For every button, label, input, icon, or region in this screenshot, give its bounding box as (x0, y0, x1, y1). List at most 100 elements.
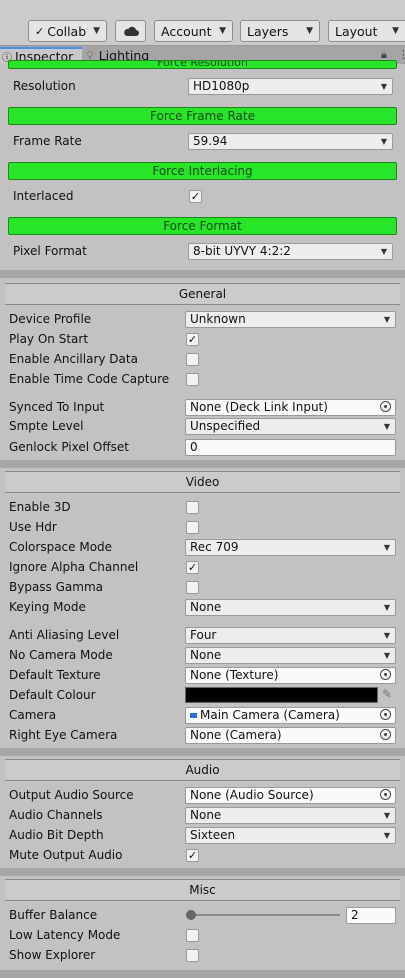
collab-button[interactable]: ✓ Collab ▼ (28, 20, 107, 42)
default-texture-field[interactable]: None (Texture) (185, 667, 396, 684)
dropdown-arrow-icon: ▼ (380, 82, 387, 91)
anti-aliasing-dropdown[interactable]: Four ▼ (185, 627, 396, 644)
mute-output-audio-checkbox[interactable]: ✓ (186, 849, 199, 862)
right-eye-camera-field[interactable]: None (Camera) (185, 727, 396, 744)
dropdown-arrow-icon: ▼ (383, 631, 390, 640)
account-dropdown[interactable]: Account ▼ (154, 20, 233, 42)
camera-field[interactable]: Main Camera (Camera) (185, 707, 396, 724)
smpte-level-dropdown[interactable]: Unspecified ▼ (185, 418, 396, 435)
dropdown-arrow-icon: ▼ (380, 137, 387, 146)
synced-to-input-label: Synced To Input (9, 400, 105, 414)
buffer-balance-slider-knob[interactable] (186, 910, 196, 920)
layers-dropdown[interactable]: Layers ▼ (240, 20, 320, 42)
dropdown-arrow-icon: ▼ (383, 422, 390, 431)
force-interlacing-label: Force Interlacing (152, 164, 253, 178)
camera-icon (190, 713, 197, 718)
toolbar: ✓ Collab ▼ Account ▼ Layers ▼ Layout ▼ (0, 0, 405, 46)
mute-output-audio-label: Mute Output Audio (9, 848, 123, 862)
inspector-content: Force Resolution Resolution HD1080p ▼ Fo… (0, 60, 405, 978)
use-hdr-label: Use Hdr (9, 520, 57, 534)
more-options-icon[interactable]: ⋮ (398, 48, 405, 61)
resolution-label: Resolution (13, 79, 76, 93)
right-eye-camera-label: Right Eye Camera (9, 728, 118, 742)
keying-mode-dropdown[interactable]: None ▼ (185, 599, 396, 616)
ignore-alpha-checkbox[interactable]: ✓ (186, 561, 199, 574)
synced-to-input-field[interactable]: None (Deck Link Input) (185, 399, 396, 416)
account-label: Account (161, 23, 212, 39)
low-latency-mode-checkbox[interactable] (186, 929, 199, 942)
section-title-general: General (178, 287, 227, 301)
object-picker-icon[interactable] (380, 789, 391, 800)
force-resolution-label: Force Resolution (157, 60, 248, 69)
dropdown-arrow-icon: ▼ (380, 247, 387, 256)
colorspace-dropdown[interactable]: Rec 709 ▼ (185, 539, 396, 556)
force-format-label: Force Format (163, 219, 242, 233)
colorspace-value: Rec 709 (190, 540, 239, 554)
no-camera-mode-dropdown[interactable]: None ▼ (185, 647, 396, 664)
force-frame-rate-label: Force Frame Rate (150, 109, 255, 123)
device-profile-dropdown[interactable]: Unknown ▼ (185, 311, 396, 328)
output-audio-source-field[interactable]: None (Audio Source) (185, 787, 396, 804)
pixel-format-value: 8-bit UYVY 4:2:2 (193, 244, 291, 258)
smpte-level-label: Smpte Level (9, 419, 84, 433)
collab-label: Collab (47, 23, 87, 39)
audio-channels-dropdown[interactable]: None ▼ (185, 807, 396, 824)
chevron-down-icon: ▼ (392, 26, 399, 36)
enable-timecode-checkbox[interactable] (186, 373, 199, 386)
audio-bit-depth-dropdown[interactable]: Sixteen ▼ (185, 827, 396, 844)
show-explorer-checkbox[interactable] (186, 949, 199, 962)
force-interlacing-bar[interactable]: Force Interlacing (8, 162, 397, 180)
anti-aliasing-label: Anti Aliasing Level (9, 628, 120, 642)
buffer-balance-slider-track[interactable] (190, 914, 340, 916)
layout-label: Layout (335, 23, 378, 39)
layout-dropdown[interactable]: Layout ▼ (328, 20, 405, 42)
chevron-down-icon: ▼ (306, 26, 313, 36)
enable-timecode-label: Enable Time Code Capture (9, 372, 170, 386)
show-explorer-label: Show Explorer (9, 948, 96, 962)
dropdown-arrow-icon: ▼ (383, 651, 390, 660)
object-picker-icon[interactable] (380, 729, 391, 740)
section-header-video: Video (5, 471, 400, 493)
anti-aliasing-value: Four (190, 628, 217, 642)
output-audio-source-value: None (Audio Source) (190, 788, 314, 802)
smpte-level-value: Unspecified (190, 419, 261, 433)
interlaced-checkbox[interactable]: ✓ (189, 190, 202, 203)
audio-channels-value: None (190, 808, 222, 822)
genlock-label: Genlock Pixel Offset (9, 440, 129, 454)
camera-value: Main Camera (Camera) (200, 708, 340, 722)
chevron-down-icon: ▼ (93, 26, 100, 36)
no-camera-mode-value: None (190, 648, 222, 662)
play-on-start-checkbox[interactable]: ✓ (186, 333, 199, 346)
frame-rate-label: Frame Rate (13, 134, 82, 148)
frame-rate-dropdown[interactable]: 59.94 ▼ (188, 133, 393, 150)
object-picker-icon[interactable] (380, 401, 391, 412)
resolution-dropdown[interactable]: HD1080p ▼ (188, 78, 393, 95)
layers-label: Layers (247, 23, 289, 39)
object-picker-icon[interactable] (380, 709, 391, 720)
section-separator (0, 270, 405, 278)
section-separator (0, 970, 405, 978)
buffer-balance-value: 2 (351, 908, 359, 922)
force-frame-rate-bar[interactable]: Force Frame Rate (8, 107, 397, 125)
enable-ancillary-checkbox[interactable] (186, 353, 199, 366)
output-audio-source-label: Output Audio Source (9, 788, 134, 802)
bypass-gamma-checkbox[interactable] (186, 581, 199, 594)
force-format-bar[interactable]: Force Format (8, 217, 397, 235)
default-colour-swatch[interactable] (185, 687, 378, 703)
force-resolution-bar[interactable]: Force Resolution (8, 60, 397, 69)
eyedropper-icon[interactable]: ✎ (382, 687, 392, 701)
section-separator (0, 460, 405, 468)
buffer-balance-label: Buffer Balance (9, 908, 98, 922)
genlock-input[interactable]: 0 (185, 439, 396, 456)
keying-mode-value: None (190, 600, 222, 614)
buffer-balance-input[interactable]: 2 (346, 907, 396, 924)
audio-bit-depth-label: Audio Bit Depth (9, 828, 104, 842)
enable-3d-checkbox[interactable] (186, 501, 199, 514)
no-camera-mode-label: No Camera Mode (9, 648, 113, 662)
object-picker-icon[interactable] (380, 669, 391, 680)
device-profile-label: Device Profile (9, 312, 92, 326)
use-hdr-checkbox[interactable] (186, 521, 199, 534)
colorspace-label: Colorspace Mode (9, 540, 113, 554)
cloud-button[interactable] (115, 20, 146, 42)
pixel-format-dropdown[interactable]: 8-bit UYVY 4:2:2 ▼ (188, 243, 393, 260)
